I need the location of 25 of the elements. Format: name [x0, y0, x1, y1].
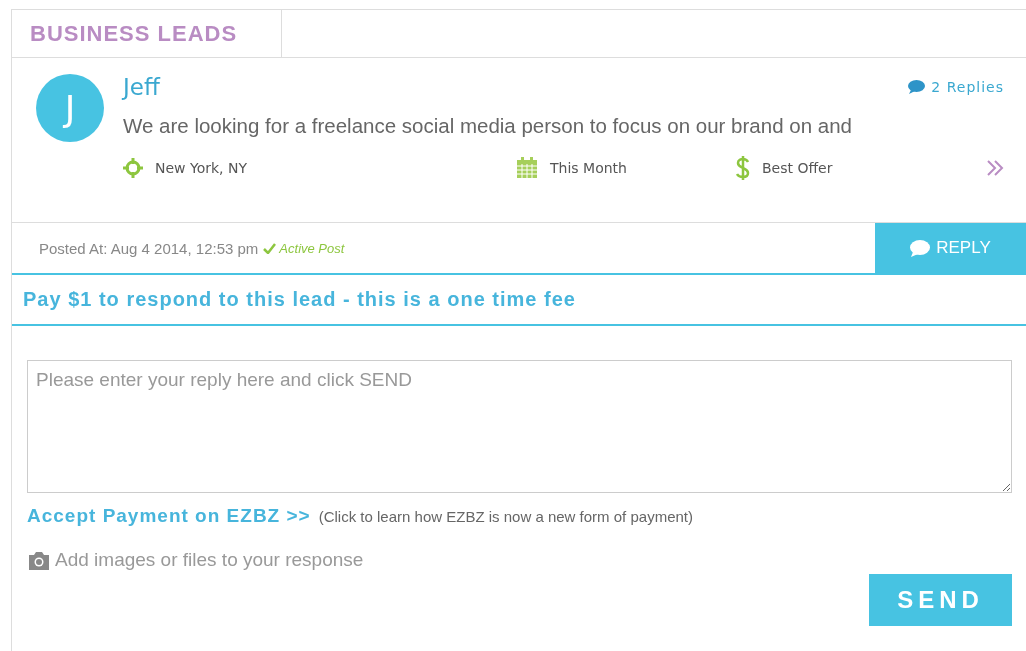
speech-bubble-icon	[908, 80, 926, 94]
replies-link[interactable]: 2 Replies	[908, 79, 1004, 95]
reply-field[interactable]: Please enter your reply here and click SEND	[27, 360, 1012, 493]
avatar: J	[36, 74, 104, 142]
attach-files-link[interactable]: Add images or files to your response	[55, 549, 364, 571]
price-text: Best Offer	[762, 160, 833, 176]
date-text: This Month	[550, 160, 627, 176]
crosshair-icon	[123, 158, 143, 178]
post-status: Active Post	[279, 240, 345, 256]
send-button[interactable]: SEND	[869, 574, 1012, 626]
reply-button[interactable]: REPLY	[875, 223, 1026, 273]
camera-icon	[27, 550, 51, 570]
payment-note: (Click to learn how EZBZ is now a new form of payment)	[318, 508, 693, 525]
payment-link[interactable]: Accept Payment on EZBZ >>	[27, 505, 311, 527]
location-text: New York, NY	[155, 160, 248, 176]
check-icon	[263, 242, 277, 254]
payment-notice: Pay $1 to respond to this lead - this is a one time fee	[12, 275, 1026, 326]
calendar-icon	[516, 157, 538, 179]
section-tab[interactable]: BUSINESS LEADS	[12, 10, 282, 57]
posted-date: Posted At: Aug 4 2014, 12:53 pm	[39, 239, 259, 257]
dollar-icon	[736, 156, 750, 180]
double-chevron-icon[interactable]	[986, 159, 1004, 177]
author-name[interactable]: Jeff	[123, 74, 160, 100]
post-message: We are looking for a freelance social media person to focus on our brand on and	[123, 114, 853, 138]
speech-bubble-icon	[910, 239, 931, 257]
